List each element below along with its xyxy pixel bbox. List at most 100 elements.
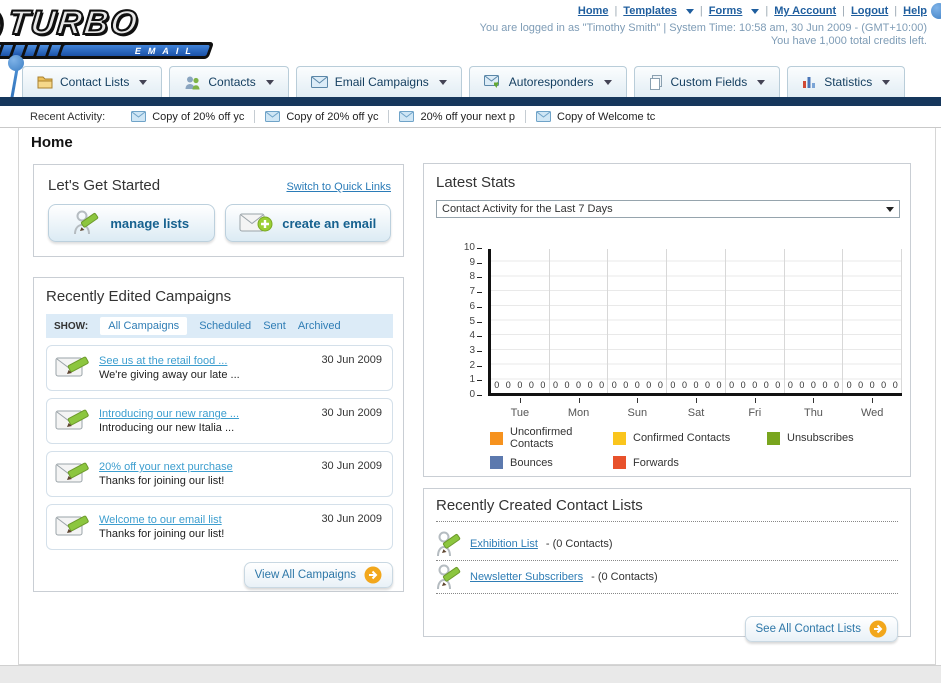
login-info: You are logged in as "Timothy Smith" | S… — [479, 22, 927, 34]
chart-y-tick-label: 9 — [469, 256, 475, 268]
chart-value-label: 0 — [740, 380, 746, 390]
top-link-forms[interactable]: Forms — [709, 5, 743, 17]
chart-y-tick — [477, 380, 482, 382]
chart-value-label: 0 — [810, 380, 816, 390]
envelope-small-icon — [536, 111, 552, 122]
tab-label: Custom Fields — [670, 75, 748, 89]
legend-swatch — [490, 456, 503, 469]
campaign-subtitle: We're giving away our late ... — [99, 369, 240, 381]
envelope-small-icon — [131, 111, 147, 122]
tab-label: Statistics — [824, 75, 873, 89]
chart-x-tick-label: Sat — [687, 407, 705, 419]
filter-archived[interactable]: Archived — [298, 320, 341, 332]
chevron-down-icon — [757, 79, 766, 85]
recent-activity-item[interactable]: Copy of 20% off yc — [121, 111, 254, 123]
legend-label: Confirmed Contacts — [633, 432, 731, 444]
tab-label: Contacts — [208, 75, 256, 89]
get-started-buttons: manage lists create an email — [48, 204, 391, 242]
chart-day-group: 0 0 0 0 0 Wed — [843, 249, 903, 419]
folder-icon — [37, 75, 53, 89]
tab-label: Contact Lists — [60, 75, 130, 89]
campaign-subtitle: Thanks for joining our list! — [99, 528, 225, 540]
chart-value-label: 0 — [611, 380, 617, 390]
tab-email-campaigns[interactable]: Email Campaigns — [295, 66, 462, 97]
chart-day-group: 0 0 0 0 0 Mon — [550, 249, 609, 419]
campaign-row[interactable]: 20% off your next purchase Thanks for joi… — [46, 451, 393, 497]
create-an-email-button[interactable]: create an email — [224, 204, 391, 242]
campaign-row[interactable]: See us at the retail food ... We're givin… — [46, 345, 393, 391]
latest-stats-panel: Latest Stats Contact Activity for the La… — [423, 163, 911, 477]
chart-x-tick-label: Wed — [860, 407, 884, 419]
top-link-templates[interactable]: Templates — [623, 5, 677, 17]
logo-email-bar: EMAIL — [0, 42, 215, 59]
filter-sent[interactable]: Sent — [263, 320, 286, 332]
chart-value-label: 0 — [540, 380, 546, 390]
chart-y-tick — [477, 350, 482, 352]
filter-scheduled[interactable]: Scheduled — [199, 320, 251, 332]
contact-list-link[interactable]: Exhibition List — [470, 538, 538, 550]
envelope-small-icon — [265, 111, 281, 122]
contact-list-count: - (0 Contacts) — [545, 538, 613, 550]
top-link-logout[interactable]: Logout — [851, 5, 888, 17]
chart-y-tick — [477, 277, 482, 279]
chart-value-label: 0 — [494, 380, 500, 390]
chart-value-label: 0 — [587, 380, 593, 390]
tab-custom-fields[interactable]: Custom Fields — [633, 66, 781, 97]
chart-value-label: 0 — [787, 380, 793, 390]
recent-activity-item[interactable]: Copy of Welcome tc — [526, 111, 665, 123]
arrow-circle-icon — [869, 620, 887, 638]
campaign-title-link[interactable]: Welcome to our email list — [99, 514, 313, 526]
manage-lists-button[interactable]: manage lists — [48, 204, 215, 242]
chevron-down-icon — [751, 8, 760, 14]
list-pencil-icon — [436, 529, 462, 559]
campaign-row[interactable]: Welcome to our email list Thanks for join… — [46, 504, 393, 550]
chart-value-label: 0 — [869, 380, 875, 390]
campaign-date: 30 Jun 2009 — [321, 513, 382, 525]
recent-activity-item[interactable]: Copy of 20% off yc — [255, 111, 388, 123]
legend-item: Forwards — [613, 456, 767, 469]
campaign-title-link[interactable]: Introducing our new range ... — [99, 408, 313, 420]
person-pencil-icon — [73, 209, 101, 237]
top-link-help[interactable]: Help — [903, 5, 927, 17]
view-all-campaigns-button[interactable]: View All Campaigns — [243, 562, 393, 588]
filter-all-campaigns[interactable]: All Campaigns — [100, 317, 188, 335]
nav-divider-bar — [0, 97, 941, 106]
tab-statistics[interactable]: Statistics — [787, 66, 906, 97]
chart-value-label: 0 — [799, 380, 805, 390]
tab-autoresponders[interactable]: Autoresponders — [468, 66, 627, 97]
recent-activity-item[interactable]: 20% off your next p — [389, 111, 525, 123]
recent-activity-item-label: Copy of 20% off yc — [286, 110, 379, 123]
chart-y-tick — [477, 262, 482, 264]
separator: | — [765, 5, 769, 17]
contact-list-count: - (0 Contacts) — [591, 571, 658, 583]
contact-list-items: Exhibition List - (0 Contacts) Newsletter… — [436, 528, 898, 594]
top-nav: Home | Templates | Forms | My Account | Logout | H… — [578, 5, 927, 17]
campaign-pencil-icon — [55, 513, 91, 541]
chart-value-label: 0 — [833, 380, 839, 390]
top-link-my-account[interactable]: My Account — [774, 5, 836, 17]
chart-y-tick — [477, 365, 482, 367]
chart-x-tick-label: Mon — [567, 407, 590, 419]
campaign-list: See us at the retail food ... We're givin… — [46, 345, 393, 550]
campaign-title-link[interactable]: 20% off your next purchase — [99, 461, 313, 473]
help-bubble-icon[interactable] — [931, 3, 941, 19]
switch-quick-links-link[interactable]: Switch to Quick Links — [286, 181, 391, 193]
stats-period-select[interactable]: Contact Activity for the Last 7 Days — [436, 200, 900, 218]
contact-lists-panel: Recently Created Contact Lists Exhibitio… — [423, 488, 911, 642]
legend-swatch — [490, 431, 503, 445]
app-logo: TURBO EMAIL — [0, 3, 238, 60]
campaign-title-link[interactable]: See us at the retail food ... — [99, 355, 313, 367]
see-all-contact-lists-button[interactable]: See All Contact Lists — [744, 616, 898, 642]
chart-value-label: 0 — [846, 380, 852, 390]
envelope-plus-icon — [239, 212, 273, 234]
chevron-down-icon — [603, 79, 612, 85]
legend-item: Bounces — [490, 456, 613, 469]
tab-contact-lists[interactable]: Contact Lists — [22, 66, 163, 97]
separator: | — [894, 5, 898, 17]
chart-value-label: 0 — [681, 380, 687, 390]
contact-list-link[interactable]: Newsletter Subscribers — [470, 571, 583, 583]
tab-contacts[interactable]: Contacts — [169, 66, 289, 97]
chart-value-label: 0 — [892, 380, 898, 390]
campaign-row[interactable]: Introducing our new range ... Introducing… — [46, 398, 393, 444]
top-link-home[interactable]: Home — [578, 5, 609, 17]
